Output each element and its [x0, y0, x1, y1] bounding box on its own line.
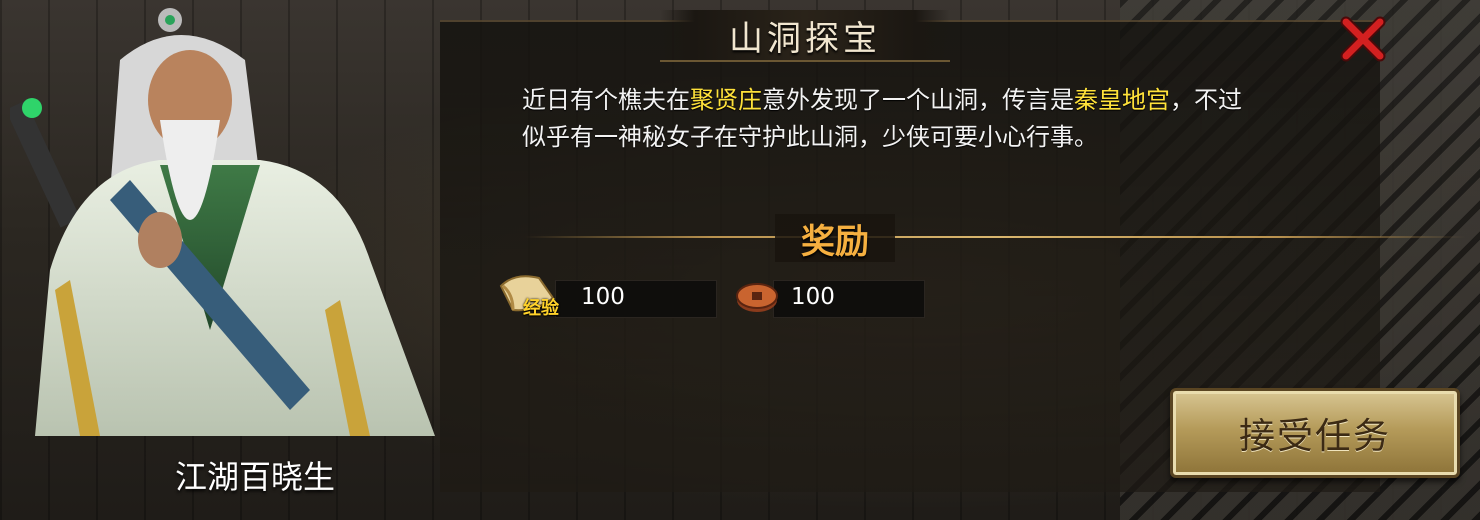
coin-icon [736, 283, 778, 312]
reward-value-box [555, 280, 717, 318]
game-scene: 江湖百晓生 山洞探宝 近日有个樵夫在聚贤庄意外发现了一个山洞，传言是秦皇地宫，不… [0, 0, 1480, 520]
close-x-icon [1340, 16, 1386, 62]
reward-coin: 100 [733, 280, 933, 318]
close-button[interactable] [1338, 14, 1388, 64]
reward-label: 经验 [523, 298, 559, 319]
reward-divider [525, 236, 1465, 238]
desc-text: 近日有个樵夫在 [522, 86, 690, 114]
quest-title: 山洞探宝 [729, 18, 881, 59]
desc-highlight-place: 秦皇地宫 [1074, 86, 1170, 114]
reward-value: 100 [791, 284, 835, 310]
reward-header: 奖励 [775, 214, 895, 262]
accept-quest-button[interactable]: 接受任务 [1170, 388, 1460, 478]
title-banner: 山洞探宝 [660, 10, 950, 62]
reward-experience: 经验 100 [495, 275, 725, 319]
desc-text: 意外发现了一个山洞，传言是 [762, 86, 1074, 114]
reward-value: 100 [581, 284, 625, 310]
npc-portrait [10, 8, 435, 436]
quest-description: 近日有个樵夫在聚贤庄意外发现了一个山洞，传言是秦皇地宫，不过似乎有一神秘女子在守… [522, 82, 1242, 156]
npc-name: 江湖百晓生 [174, 458, 335, 496]
accept-quest-label: 接受任务 [1238, 416, 1391, 457]
desc-highlight-location: 聚贤庄 [690, 86, 762, 114]
